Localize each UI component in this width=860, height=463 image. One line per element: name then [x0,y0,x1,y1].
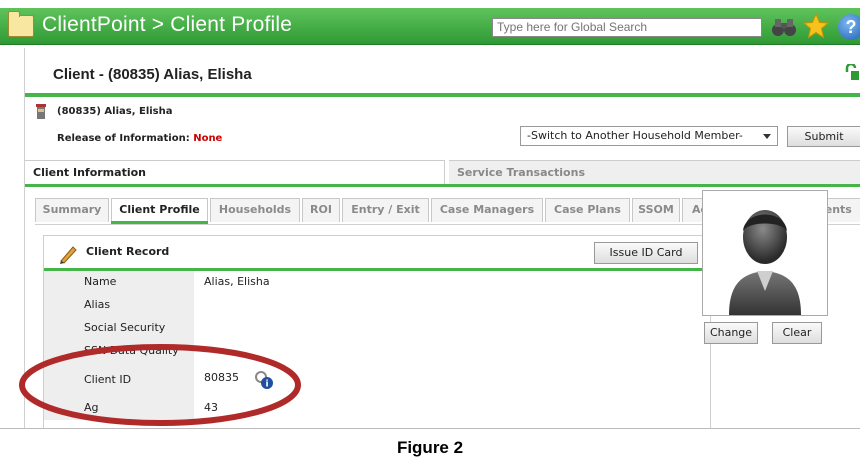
field-value: Alias, Elisha [204,275,270,288]
help-icon[interactable]: ? [838,14,860,40]
field-label: Client ID [74,363,194,397]
row-gutter [44,397,74,420]
folder-icon [8,11,34,37]
issue-id-card-button[interactable]: Issue ID Card [594,242,698,264]
main-tabs: Client Information Service Transactions [25,160,860,184]
figure-caption: Figure 2 [396,438,464,457]
household-select-value: -Switch to Another Household Member- [527,129,743,142]
roi-label: Release of Information: [57,133,190,144]
favorite-star-icon[interactable] [803,13,829,39]
svg-text:i: i [265,380,268,390]
field-label: Alias [74,294,194,317]
field-row-alias: Alias [44,294,710,317]
client-photo [702,190,828,316]
field-row-name: Name Alias, Elisha [44,271,710,294]
screenshot: ClientPoint > Client Profile ? Client - … [0,0,860,428]
row-gutter [44,340,74,363]
client-id-search-icon[interactable]: i [254,370,274,390]
app-title: ClientPoint > Client Profile [42,13,293,36]
clear-photo-button[interactable]: Clear [772,322,822,344]
field-label: SSN Data Quality [74,340,194,363]
row-gutter [44,271,74,294]
binoculars-icon[interactable] [771,17,797,37]
submit-button[interactable]: Submit [787,126,860,147]
app-header: ClientPoint > Client Profile ? [0,8,860,45]
global-search-input[interactable] [492,18,762,37]
subtab-entry-exit[interactable]: Entry / Exit [342,198,429,222]
tabs-divider [25,184,860,187]
client-record-name: (80835) Alias, Elisha [57,106,173,117]
tab-client-information[interactable]: Client Information [25,160,445,184]
subtab-client-profile[interactable]: Client Profile [111,198,208,224]
roi-value[interactable]: None [193,133,222,144]
subtab-households[interactable]: Households [210,198,300,222]
person-silhouette-icon [729,210,801,315]
change-photo-button[interactable]: Change [704,322,758,344]
field-row-ssn-data-quality: SSN Data Quality [44,340,710,363]
unlock-icon[interactable] [845,64,859,80]
field-label: Ag [74,397,194,420]
field-row-social-security: Social Security [44,317,710,340]
header-divider [25,93,860,97]
field-row-client-id: Client ID 80835 i [44,363,710,397]
record-fields: Name Alias, Elisha Alias Social Security [44,271,710,420]
trash-record-icon [36,104,46,119]
chevron-down-icon [763,134,771,139]
subtab-case-managers[interactable]: Case Managers [431,198,543,222]
subtab-case-plans[interactable]: Case Plans [545,198,630,222]
field-value: 43 [204,401,218,414]
field-row-age: Ag 43 [44,397,710,420]
household-member-select[interactable]: -Switch to Another Household Member- [520,126,778,146]
subtab-roi[interactable]: ROI [302,198,340,222]
release-of-information: Release of Information: None [57,133,222,144]
client-record-card: Client Record Issue ID Card Name Alias, … [43,235,711,428]
subtab-summary[interactable]: Summary [35,198,109,222]
row-gutter [44,363,74,397]
subtab-ssom[interactable]: SSOM [632,198,680,222]
row-gutter [44,294,74,317]
field-label: Name [74,271,194,294]
pencil-icon [60,246,77,264]
field-label: Social Security [74,317,194,340]
field-value: 80835 [204,371,239,384]
row-gutter [44,317,74,340]
caption-divider [0,428,860,429]
client-record-header: Client Record Issue ID Card [44,236,710,268]
client-title: Client - (80835) Alias, Elisha [53,66,252,83]
client-record-title: Client Record [86,245,170,258]
tab-service-transactions[interactable]: Service Transactions [449,160,860,184]
